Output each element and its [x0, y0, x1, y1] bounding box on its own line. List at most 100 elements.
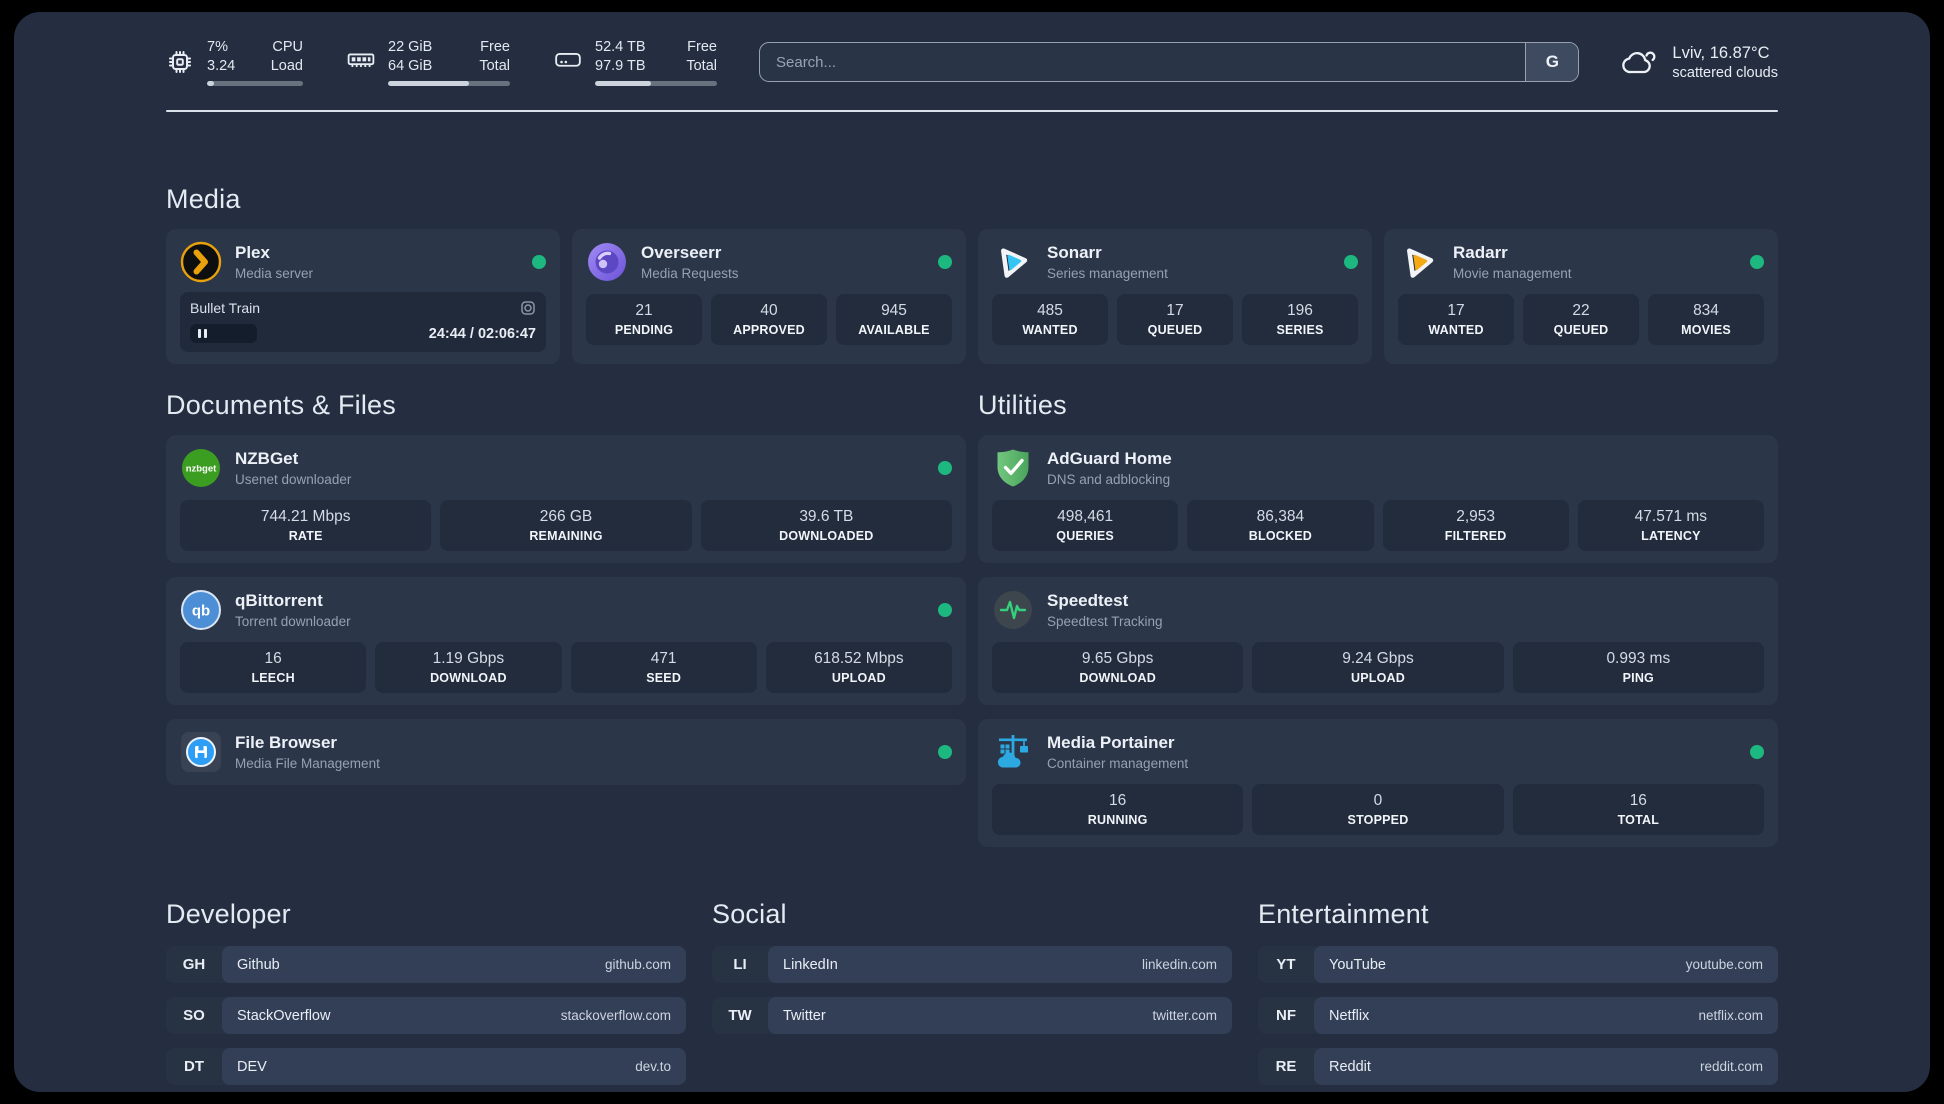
adguard-shield-icon [992, 447, 1034, 489]
section-heading-documents: Documents & Files [166, 390, 396, 420]
app-card-radarr[interactable]: Radarr Movie management 17 WANTED 22 QUE… [1384, 229, 1778, 364]
session-target-icon[interactable] [520, 300, 536, 316]
status-dot [938, 603, 952, 617]
pause-icon [198, 329, 207, 338]
overseerr-icon [586, 241, 628, 283]
link-youtube[interactable]: YT YouTube youtube.com [1258, 946, 1778, 983]
stat-blocked: 86,384 BLOCKED [1187, 500, 1374, 551]
section-heading-social: Social [712, 899, 787, 929]
link-dev[interactable]: DT DEV dev.to [166, 1048, 686, 1085]
disk-progress-bar [595, 81, 717, 86]
cpu-chip-icon [166, 48, 194, 76]
app-subtitle: Media File Management [235, 756, 380, 771]
section-heading-utilities: Utilities [978, 390, 1067, 420]
app-name: Overseerr [641, 243, 722, 262]
search-input[interactable] [760, 43, 1526, 81]
cpu-label: CPU [272, 39, 303, 55]
disk-total-value: 97.9 TB [595, 58, 646, 74]
app-subtitle: Series management [1047, 266, 1168, 281]
app-subtitle: Media server [235, 266, 314, 281]
app-card-filebrowser[interactable]: File Browser Media File Management [166, 719, 966, 785]
stat-stopped: 0 STOPPED [1252, 784, 1504, 835]
memory-total-value: 64 GiB [388, 58, 433, 74]
memory-total-label: Total [479, 58, 510, 74]
app-subtitle: Container management [1047, 756, 1189, 771]
stat-pending: 21 PENDING [586, 294, 702, 345]
app-name: NZBGet [235, 449, 299, 468]
top-bar: 7% 3.24 CPU Load 22 GiB 64 GiB Free Tota… [166, 12, 1778, 86]
app-subtitle: DNS and adblocking [1047, 472, 1171, 487]
stat-queries: 498,461 QUERIES [992, 500, 1179, 551]
link-abbr: NF [1276, 1007, 1296, 1024]
stat-wanted: 17 WANTED [1398, 294, 1514, 345]
disk-free-label: Free [687, 39, 717, 55]
stat-queued: 17 QUEUED [1117, 294, 1233, 345]
qbittorrent-icon: qb [180, 589, 222, 631]
app-card-speedtest[interactable]: Speedtest Speedtest Tracking 9.65 Gbps D… [978, 577, 1778, 705]
search-engine-button[interactable]: G [1525, 43, 1579, 81]
stat-movies: 834 MOVIES [1648, 294, 1764, 345]
status-dot [532, 255, 546, 269]
speedtest-pulse-icon [992, 589, 1034, 631]
status-dot [1750, 255, 1764, 269]
link-abbr: GH [182, 956, 206, 973]
section-heading-entertainment: Entertainment [1258, 899, 1429, 929]
app-card-plex[interactable]: Plex Media server Bullet Train 24:44 / 0… [166, 229, 560, 364]
stat-leech: 16 LEECH [180, 642, 367, 693]
weather-condition: scattered clouds [1672, 64, 1778, 81]
status-dot [938, 745, 952, 759]
plex-now-playing: Bullet Train 24:44 / 02:06:47 [180, 292, 546, 352]
link-linkedin[interactable]: LI LinkedIn linkedin.com [712, 946, 1232, 983]
svg-text:qb: qb [192, 603, 210, 620]
app-card-portainer[interactable]: Media Portainer Container management 16 … [978, 719, 1778, 847]
disk-total-label: Total [686, 58, 717, 74]
stat-downloaded: 39.6 TB DOWNLOADED [700, 500, 952, 551]
cpu-load-label: Load [270, 58, 303, 74]
app-name: Speedtest [1047, 591, 1129, 610]
app-name: AdGuard Home [1047, 449, 1172, 468]
app-name: File Browser [235, 733, 338, 752]
stat-seed: 471 SEED [570, 642, 757, 693]
stat-available: 945 AVAILABLE [836, 294, 952, 345]
cpu-load-value: 3.24 [207, 58, 236, 74]
memory-widget: 22 GiB 64 GiB Free Total [347, 38, 510, 86]
app-name: Sonarr [1047, 243, 1102, 262]
status-dot [1344, 255, 1358, 269]
app-card-sonarr[interactable]: Sonarr Series management 485 WANTED 17 Q… [978, 229, 1372, 364]
plex-icon [180, 241, 222, 283]
link-abbr: RE [1275, 1058, 1297, 1075]
app-card-nzbget[interactable]: nzbget NZBGet Usenet downloader 744.21 M… [166, 435, 966, 563]
stat-series: 196 SERIES [1242, 294, 1358, 345]
link-github[interactable]: GH Github github.com [166, 946, 686, 983]
link-reddit[interactable]: RE Reddit reddit.com [1258, 1048, 1778, 1085]
section-heading-developer: Developer [166, 899, 291, 929]
link-stackoverflow[interactable]: SO StackOverflow stackoverflow.com [166, 997, 686, 1034]
weather-location-temp: Lviv, 16.87°C [1672, 43, 1770, 62]
stat-remaining: 266 GB REMAINING [440, 500, 692, 551]
link-twitter[interactable]: TW Twitter twitter.com [712, 997, 1232, 1034]
app-name: Radarr [1453, 243, 1508, 262]
app-card-qbittorrent[interactable]: qb qBittorrent Torrent downloader 16 LEE… [166, 577, 966, 705]
app-card-overseerr[interactable]: Overseerr Media Requests 21 PENDING 40 A… [572, 229, 966, 364]
memory-free-label: Free [480, 39, 510, 55]
status-dot [1750, 745, 1764, 759]
app-subtitle: Torrent downloader [235, 614, 351, 629]
portainer-crane-icon [992, 731, 1034, 773]
header-divider [166, 110, 1778, 112]
stat-filtered: 2,953 FILTERED [1382, 500, 1569, 551]
search-bar: G [759, 42, 1580, 82]
section-heading-media: Media [166, 184, 241, 214]
disk-icon [554, 48, 582, 76]
app-card-adguard[interactable]: AdGuard Home DNS and adblocking 498,461 … [978, 435, 1778, 563]
stat-approved: 40 APPROVED [711, 294, 827, 345]
stat-ping: 0.993 ms PING [1512, 642, 1764, 693]
filebrowser-icon [180, 731, 222, 773]
system-metrics: 7% 3.24 CPU Load 22 GiB 64 GiB Free Tota… [166, 38, 717, 86]
now-playing-title: Bullet Train [190, 300, 261, 316]
app-subtitle: Media Requests [641, 266, 739, 281]
status-dot [938, 461, 952, 475]
cpu-widget: 7% 3.24 CPU Load [166, 38, 303, 86]
dashboard: 7% 3.24 CPU Load 22 GiB 64 GiB Free Tota… [14, 12, 1930, 1092]
link-netflix[interactable]: NF Netflix netflix.com [1258, 997, 1778, 1034]
stat-queued: 22 QUEUED [1523, 294, 1639, 345]
